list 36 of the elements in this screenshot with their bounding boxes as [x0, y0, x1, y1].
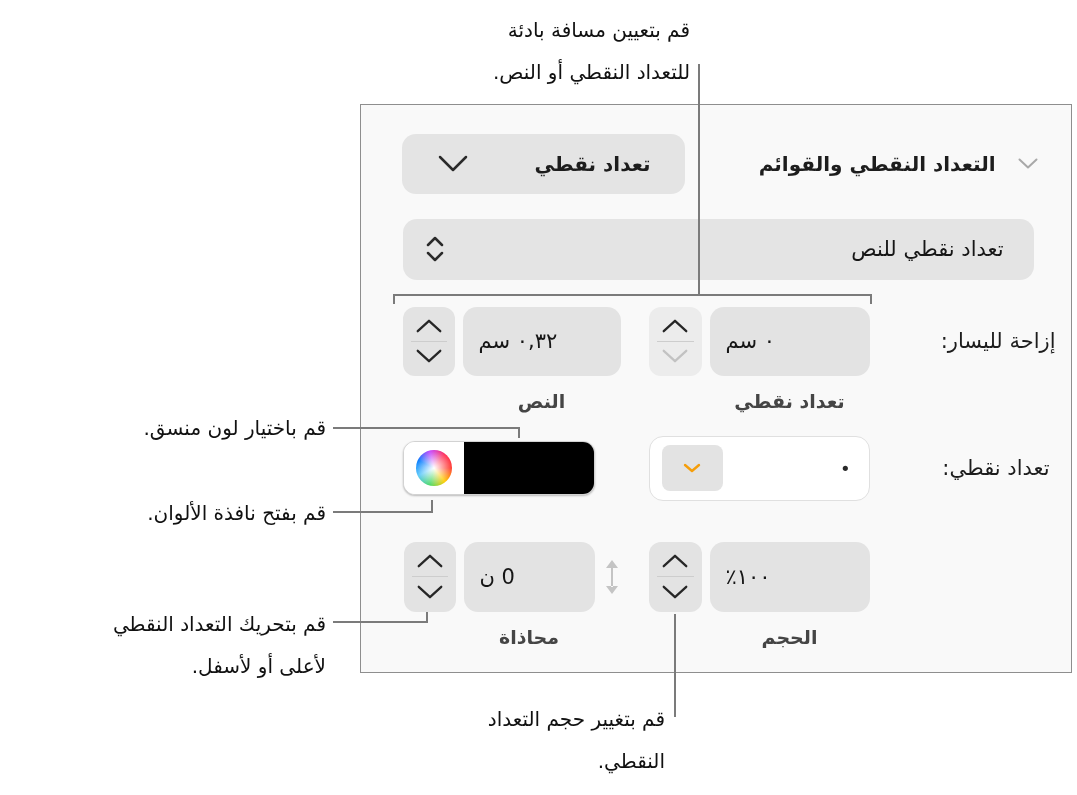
indent-field[interactable]: ٠,٣٢ سم [462, 306, 621, 376]
callout-text: قم بتحريك التعداد النقطي لأعلى أو لأسفل. [112, 611, 326, 680]
chevron-up-icon [416, 554, 443, 569]
list-style-popup[interactable]: تعداد نقطي [401, 133, 685, 194]
bullet-type-popup[interactable]: تعداد نقطي للنص [402, 218, 1034, 280]
chevron-up-icon [415, 319, 442, 333]
chevron-down-icon [683, 463, 701, 473]
field-caption: محاذاة [497, 624, 561, 650]
chevron-up-icon [662, 319, 688, 333]
bullet-label: تعداد نقطي: [941, 454, 1050, 482]
callout-text: قم بتعيين مسافة بادئة للتعداد النقطي أو النص. [492, 17, 690, 87]
chevron-down-icon [437, 155, 468, 172]
color-wheel-icon [415, 450, 452, 486]
indent-field[interactable]: ٠ سم [709, 306, 870, 376]
chevron-down-icon [415, 349, 442, 363]
chevron-down-icon [662, 584, 688, 599]
chevron-down-icon [662, 349, 688, 363]
field-caption: الحجم [760, 624, 819, 650]
field-caption: تعداد نقطي [733, 388, 846, 414]
stepper[interactable] [403, 541, 456, 612]
stepper[interactable] [648, 541, 702, 612]
callout-text: قم باختيار لون منسق. [143, 415, 326, 442]
color-swatch-button[interactable] [463, 442, 594, 494]
chevron-up-icon [662, 554, 688, 569]
section-disclosure-button[interactable]: التعداد النقطي والقوائم [758, 151, 1038, 176]
up-down-chevron-icon [424, 235, 445, 263]
stepper[interactable] [402, 306, 455, 376]
size-field[interactable]: ١٠٠٪ [709, 541, 870, 612]
indent-label: إزاحة لليسار: [939, 327, 1056, 356]
bullet-dropdown[interactable]: • [648, 435, 870, 501]
chevron-down-icon [416, 584, 443, 599]
callout-text: قم بتغيير حجم التعداد النقطي. [487, 706, 665, 776]
alignment-field[interactable]: 0 ن [463, 541, 595, 612]
color-wheel-button[interactable] [403, 442, 464, 494]
callout-text: قم بفتح نافذة الألوان. [147, 500, 326, 527]
field-caption: النص [516, 388, 567, 414]
